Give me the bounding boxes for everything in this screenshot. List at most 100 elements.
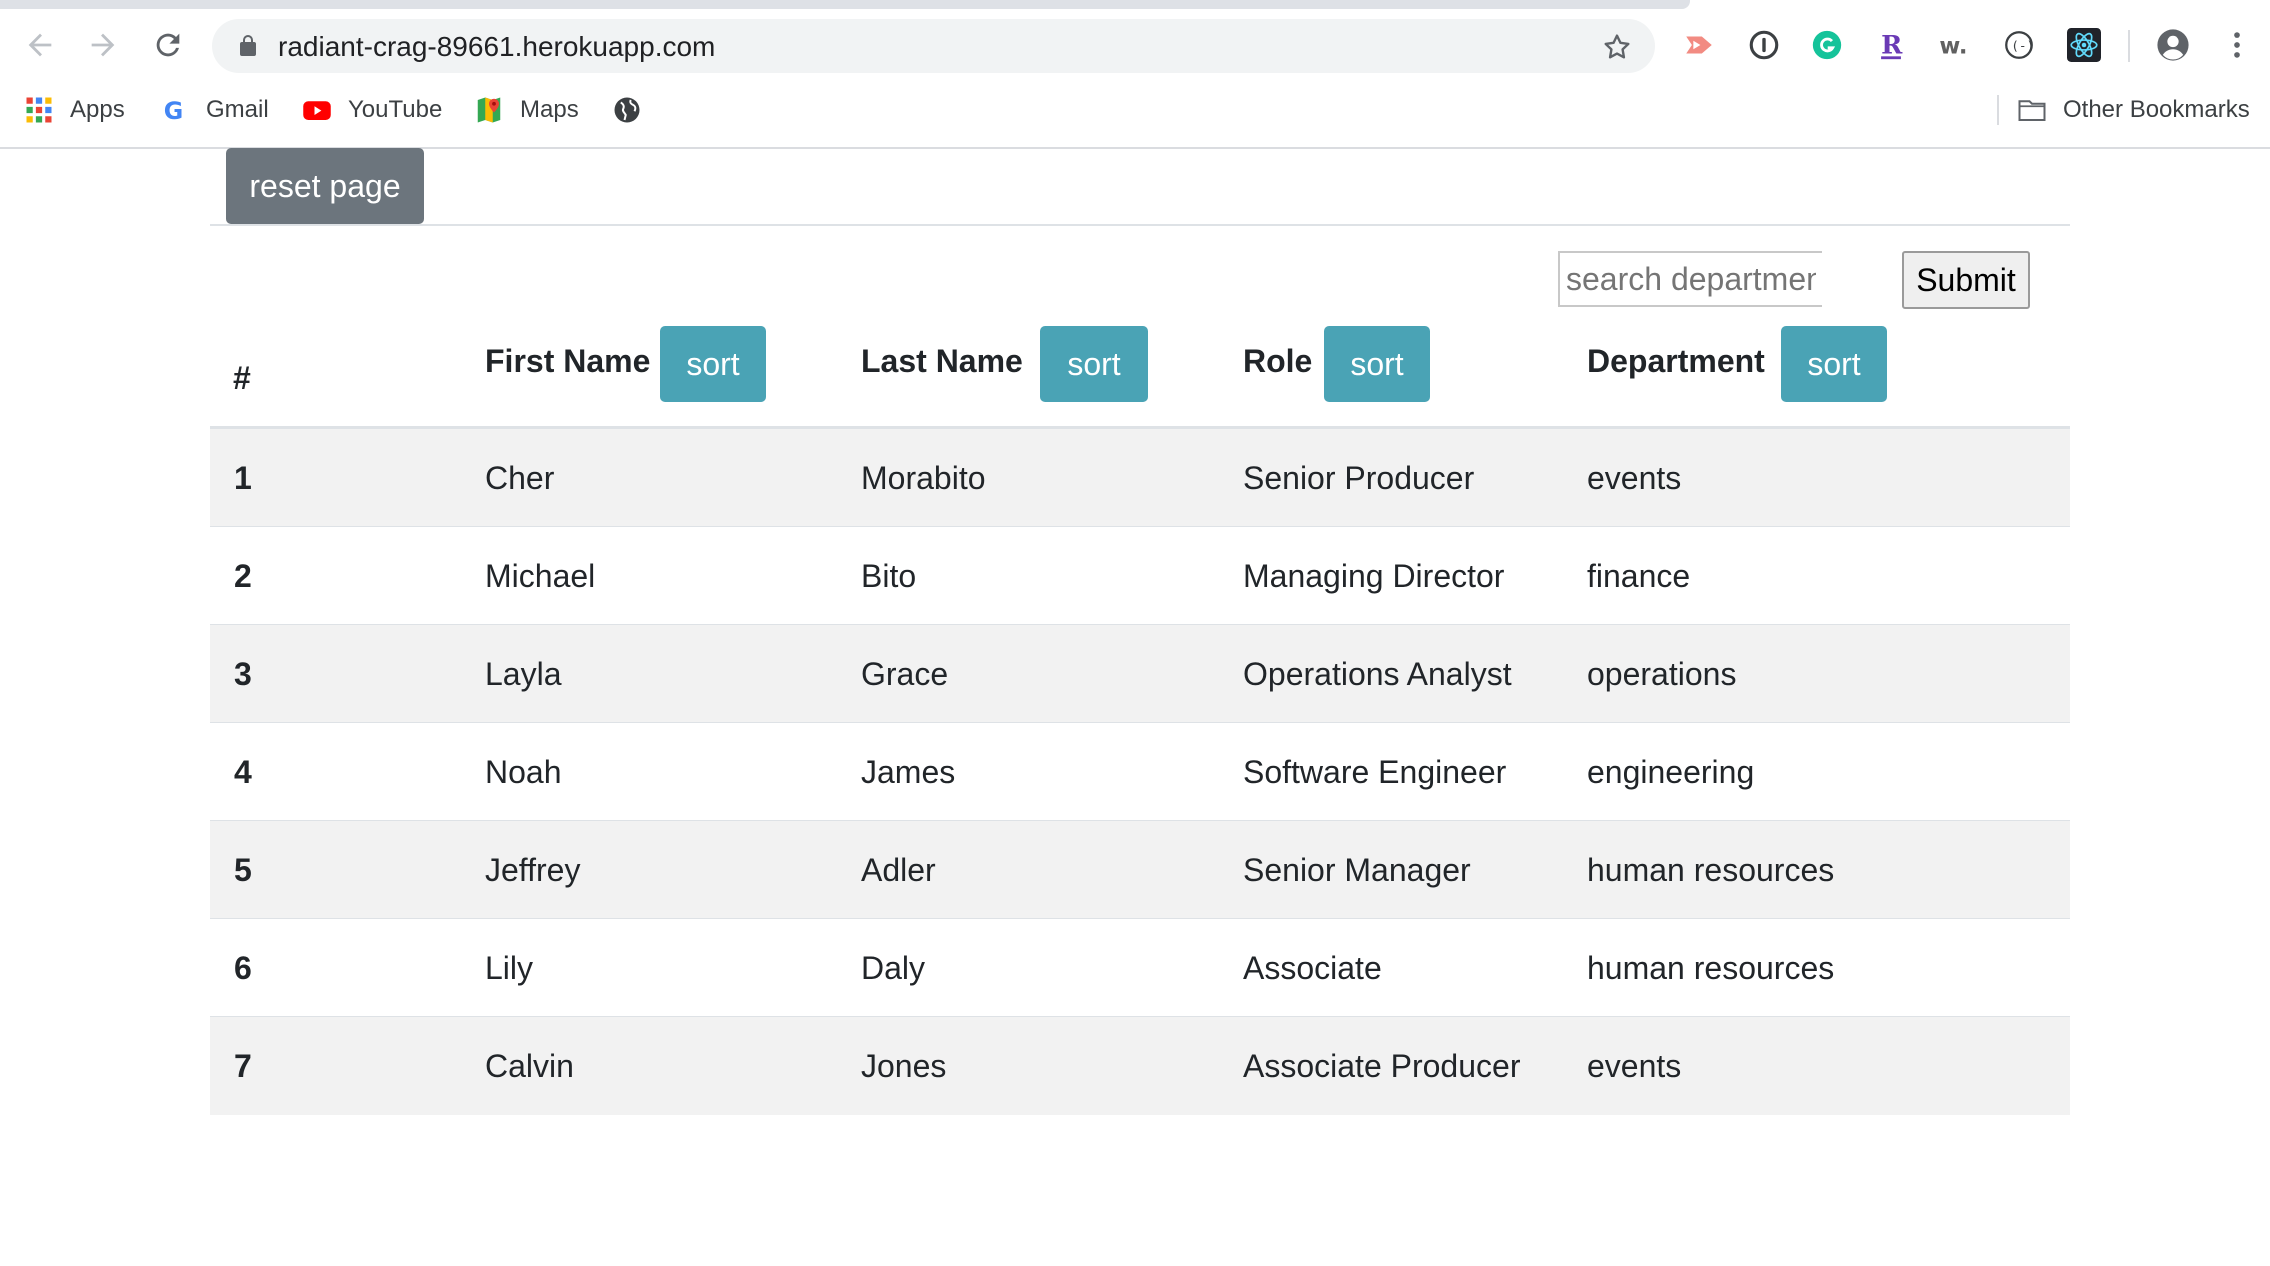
arrow-right-icon: [91, 33, 115, 57]
bookmark-maps[interactable]: Maps: [474, 92, 579, 128]
1password-icon[interactable]: [1745, 26, 1783, 64]
table-row: 2 Michael Bito Managing Director finance: [210, 527, 2070, 625]
grammarly-icon[interactable]: [1808, 26, 1846, 64]
cell-first-name: Jeffrey: [485, 852, 581, 888]
reload-icon: [156, 33, 180, 57]
search-department-input[interactable]: [1558, 251, 1822, 307]
bookmarks-separator: [1997, 95, 1999, 125]
apps-grid-icon: [24, 95, 54, 125]
column-header-last-name: Last Name: [861, 343, 1023, 379]
bookmark-other[interactable]: Other Bookmarks: [2017, 92, 2250, 128]
cell-role: Software Engineer: [1243, 754, 1507, 790]
react-icon[interactable]: [2065, 26, 2103, 64]
table-row: 6 Lily Daly Associate human resources: [210, 919, 2070, 1017]
column-header-role: Role: [1243, 343, 1313, 379]
sort-last-name-button[interactable]: sort: [1040, 326, 1148, 402]
table-row: 4 Noah James Software Engineer engineering: [210, 723, 2070, 821]
bookmark-apps[interactable]: Apps: [24, 92, 125, 128]
cell-department: events: [1587, 460, 1682, 496]
cast-icon[interactable]: [1680, 26, 1718, 64]
column-header-number: #: [233, 360, 251, 396]
cell-last-name: Daly: [861, 950, 926, 986]
cell-num: 5: [234, 852, 252, 888]
cell-department: engineering: [1587, 754, 1755, 790]
bookmark-gmail[interactable]: G Gmail: [160, 92, 269, 128]
cell-role: Senior Manager: [1243, 852, 1471, 888]
account-icon[interactable]: [2154, 26, 2192, 64]
arrow-left-icon: [28, 33, 52, 57]
lock-icon: [240, 35, 256, 56]
browser-chrome: radiant-crag-89661.herokuapp.com R w. (-…: [0, 0, 2270, 149]
cell-num: 3: [234, 656, 252, 692]
cell-role: Associate Producer: [1243, 1048, 1521, 1084]
cell-role: Senior Producer: [1243, 460, 1475, 496]
employee-table-body: 1 Cher Morabito Senior Producer events 2 Micha…: [210, 429, 2070, 1115]
bookmark-star-icon[interactable]: [1601, 31, 1633, 63]
cell-department: human resources: [1587, 852, 1835, 888]
back-button[interactable]: [19, 24, 61, 66]
cell-department: operations: [1587, 656, 1737, 692]
globe-icon: [612, 95, 642, 125]
bookmark-label: Other Bookmarks: [2063, 96, 2250, 123]
cell-last-name: Jones: [861, 1048, 947, 1084]
cell-num: 4: [234, 754, 252, 790]
cell-department: finance: [1587, 558, 1691, 594]
column-header-department: Department: [1587, 343, 1765, 379]
folder-icon: [2017, 95, 2047, 125]
svg-text:R: R: [1881, 31, 1903, 61]
cell-num: 1: [234, 460, 252, 496]
cell-role: Associate: [1243, 950, 1382, 986]
sort-role-button[interactable]: sort: [1324, 326, 1430, 402]
forward-button[interactable]: [82, 24, 124, 66]
table-row: 3 Layla Grace Operations Analyst operations: [210, 625, 2070, 723]
tab-strip: [0, 0, 1690, 9]
cell-last-name: Morabito: [861, 460, 986, 496]
maps-icon: [474, 95, 504, 125]
svg-text:w.: w.: [1939, 34, 1967, 60]
cell-first-name: Layla: [485, 656, 562, 692]
svg-text:(-): (-): [2011, 39, 2034, 54]
w-icon[interactable]: w.: [1936, 26, 1974, 64]
google-icon: G: [160, 95, 190, 125]
cell-first-name: Cher: [485, 460, 555, 496]
sort-department-button[interactable]: sort: [1781, 326, 1887, 402]
cell-first-name: Noah: [485, 754, 562, 790]
cell-last-name: Adler: [861, 852, 936, 888]
cell-department: human resources: [1587, 950, 1835, 986]
toolbar-separator: [2128, 30, 2130, 62]
cell-num: 7: [234, 1048, 252, 1084]
bookmark-label: Gmail: [206, 96, 269, 123]
svg-text:G: G: [164, 97, 184, 125]
table-row: 1 Cher Morabito Senior Producer events: [210, 429, 2070, 527]
submit-button[interactable]: Submit: [1902, 251, 2030, 309]
menu-icon[interactable]: [2218, 26, 2256, 64]
cell-last-name: James: [861, 754, 956, 790]
table-row: 7 Calvin Jones Associate Producer events: [210, 1017, 2070, 1115]
bookmark-globe[interactable]: [612, 92, 658, 128]
rx-icon[interactable]: R: [1872, 26, 1910, 64]
sort-first-name-button[interactable]: sort: [660, 326, 766, 402]
url-text[interactable]: radiant-crag-89661.herokuapp.com: [278, 31, 715, 63]
cell-num: 6: [234, 950, 252, 986]
reset-page-button[interactable]: reset page: [226, 148, 424, 224]
address-bar[interactable]: radiant-crag-89661.herokuapp.com: [212, 19, 1655, 73]
bookmark-label: Apps: [70, 96, 125, 123]
cell-first-name: Michael: [485, 558, 596, 594]
youtube-icon: [302, 95, 332, 125]
divider: [210, 224, 2070, 226]
bookmark-label: YouTube: [348, 96, 443, 123]
dev-tools-icon[interactable]: (-): [2000, 26, 2038, 64]
cell-first-name: Calvin: [485, 1048, 574, 1084]
column-header-first-name: First Name: [485, 343, 651, 379]
cell-role: Managing Director: [1243, 558, 1505, 594]
cell-last-name: Bito: [861, 558, 917, 594]
cell-role: Operations Analyst: [1243, 656, 1512, 692]
cell-last-name: Grace: [861, 656, 949, 692]
reload-button[interactable]: [147, 24, 189, 66]
cell-first-name: Lily: [485, 950, 534, 986]
cell-department: events: [1587, 1048, 1682, 1084]
cell-num: 2: [234, 558, 252, 594]
bookmark-label: Maps: [520, 96, 579, 123]
table-row: 5 Jeffrey Adler Senior Manager human resourc…: [210, 821, 2070, 919]
bookmark-youtube[interactable]: YouTube: [302, 92, 442, 128]
